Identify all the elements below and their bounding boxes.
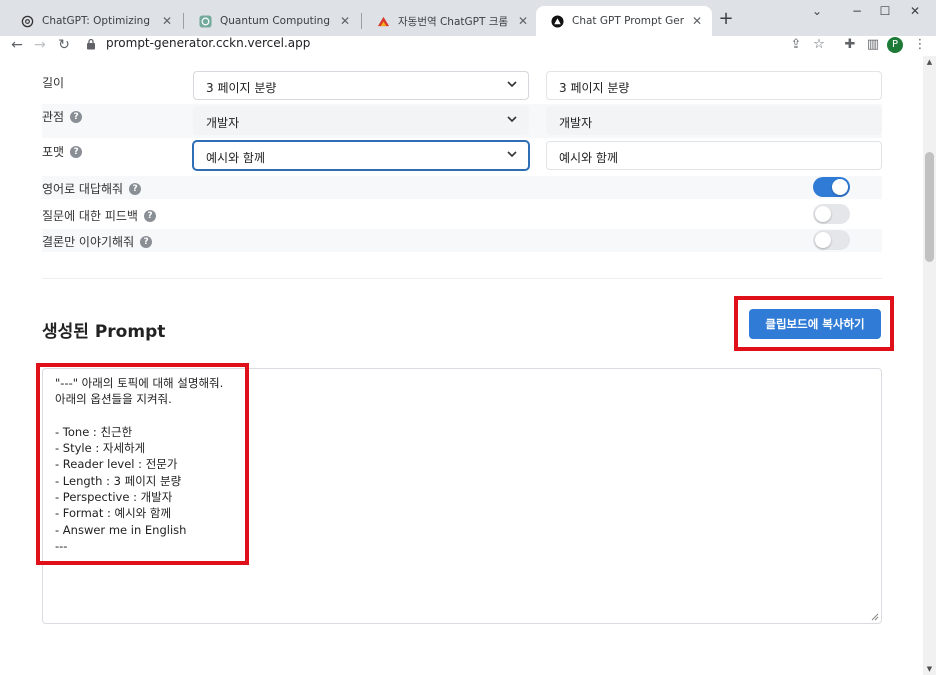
option-label-text: 길이	[42, 76, 65, 90]
help-icon[interactable]: ?	[70, 110, 83, 123]
chevron-down-icon	[507, 116, 517, 123]
toggle-row-conclusion: 결론만 이야기해줘 ?	[42, 229, 882, 252]
bookmark-star-icon[interactable]: ☆	[810, 36, 828, 54]
preview-value: 3 페이지 분량	[559, 81, 630, 95]
preview-value: 예시와 함께	[559, 151, 619, 165]
section-divider	[42, 278, 882, 279]
close-tab-icon[interactable]: ✕	[690, 14, 704, 28]
toggle-label: 영어로 대답해줘 ?	[42, 180, 142, 197]
menu-kebab-icon[interactable]: ⋮	[911, 36, 929, 54]
tab-search-button[interactable]: ⌄	[802, 0, 832, 24]
help-icon[interactable]: ?	[129, 182, 142, 195]
close-window-button[interactable]: ✕	[900, 0, 930, 24]
option-label-text: 관점	[42, 110, 65, 124]
perspective-select[interactable]: 개발자	[193, 106, 529, 135]
tab-strip: ChatGPT: Optimizing Language ✕ Quantum C…	[0, 0, 936, 36]
toggle-knob	[815, 206, 831, 222]
length-select[interactable]: 3 페이지 분량	[193, 71, 529, 100]
url-text: prompt-generator.cckn.vercel.app	[106, 36, 311, 50]
tab-title: 자동번역 ChatGPT 크롬 확장앱	[398, 15, 510, 28]
toggle-label: 질문에 대한 피드백 ?	[42, 207, 156, 224]
toggle-label-text: 영어로 대답해줘	[42, 182, 124, 196]
format-select[interactable]: 예시와 함께	[193, 141, 529, 170]
option-label-text: 포맷	[42, 145, 65, 159]
select-value: 예시와 함께	[206, 151, 266, 165]
toggle-label-text: 질문에 대한 피드백	[42, 209, 138, 223]
triangle-logo-icon	[550, 14, 564, 28]
close-tab-icon[interactable]: ✕	[338, 14, 352, 28]
help-icon[interactable]: ?	[143, 209, 156, 222]
openai-icon	[20, 14, 34, 28]
share-icon[interactable]: ⇪	[787, 36, 805, 54]
select-value: 개발자	[206, 116, 240, 130]
profile-avatar[interactable]: P	[887, 37, 903, 53]
option-label: 길이	[42, 74, 64, 91]
tab-chatgpt-optimizing[interactable]: ChatGPT: Optimizing Language ✕	[6, 6, 182, 36]
section-title: 생성된 Prompt	[42, 322, 166, 342]
resize-handle-icon[interactable]	[871, 613, 879, 621]
extensions-puzzle-icon[interactable]: ✚	[841, 36, 859, 54]
scroll-down-arrow-icon[interactable]: ▼	[925, 665, 934, 673]
highlight-box	[36, 363, 249, 565]
copy-to-clipboard-button[interactable]: 클립보드에 복사하기	[749, 309, 881, 339]
vertical-scrollbar[interactable]: ▲ ▼	[923, 56, 936, 675]
tab-prompt-generator[interactable]: Chat GPT Prompt Generator ✕	[536, 6, 712, 36]
option-label: 포맷 ?	[42, 143, 83, 160]
conclusion-only-toggle[interactable]	[813, 230, 850, 250]
toggle-row-english: 영어로 대답해줘 ?	[42, 176, 882, 199]
format-preview: 예시와 함께	[546, 141, 882, 170]
toggle-label-text: 결론만 이야기해줘	[42, 235, 135, 249]
maximize-button[interactable]: ☐	[870, 0, 900, 24]
minimize-button[interactable]: −	[842, 0, 872, 24]
length-preview: 3 페이지 분량	[546, 71, 882, 100]
openai-icon	[198, 14, 212, 28]
select-value: 3 페이지 분량	[206, 81, 277, 95]
tab-title: Chat GPT Prompt Generator	[572, 15, 684, 27]
toggle-knob	[832, 179, 848, 195]
browser-toolbar: ← → ↻ prompt-generator.cckn.vercel.app ⇪…	[0, 36, 936, 56]
lock-icon	[87, 38, 95, 50]
tab-quantum-computing[interactable]: Quantum Computing Simplified ✕	[184, 6, 360, 36]
option-label: 관점 ?	[42, 108, 83, 125]
chevron-down-icon	[507, 81, 517, 88]
toggle-label: 결론만 이야기해줘 ?	[42, 233, 153, 250]
chevron-down-icon	[507, 151, 517, 158]
toggle-row-feedback: 질문에 대한 피드백 ?	[42, 203, 882, 226]
reload-icon[interactable]: ↻	[55, 36, 73, 54]
page-content: 길이 3 페이지 분량 3 페이지 분량 관점 ? 개발자 개발자 포맷 ? 예…	[0, 56, 923, 675]
close-tab-icon[interactable]: ✕	[160, 14, 174, 28]
help-icon[interactable]: ?	[70, 145, 83, 158]
address-bar[interactable]: prompt-generator.cckn.vercel.app	[78, 34, 838, 56]
scroll-up-arrow-icon[interactable]: ▲	[925, 58, 934, 66]
scroll-thumb[interactable]	[925, 152, 934, 262]
tab-title: Quantum Computing Simplified	[220, 15, 332, 27]
preview-value: 개발자	[559, 116, 593, 130]
toggle-knob	[815, 232, 831, 248]
new-tab-button[interactable]: +	[716, 9, 736, 29]
extension-app-icon	[376, 14, 390, 28]
help-icon[interactable]: ?	[140, 235, 153, 248]
side-panel-icon[interactable]: ▥	[864, 36, 882, 54]
close-tab-icon[interactable]: ✕	[516, 14, 530, 28]
question-feedback-toggle[interactable]	[813, 204, 850, 224]
english-answer-toggle[interactable]	[813, 177, 850, 197]
back-arrow-icon[interactable]: ←	[8, 36, 26, 54]
perspective-preview: 개발자	[546, 106, 882, 135]
forward-arrow-icon[interactable]: →	[31, 36, 49, 54]
tab-auto-translate-extension[interactable]: 자동번역 ChatGPT 크롬 확장앱 ✕	[362, 6, 538, 36]
tab-title: ChatGPT: Optimizing Language	[42, 15, 154, 27]
